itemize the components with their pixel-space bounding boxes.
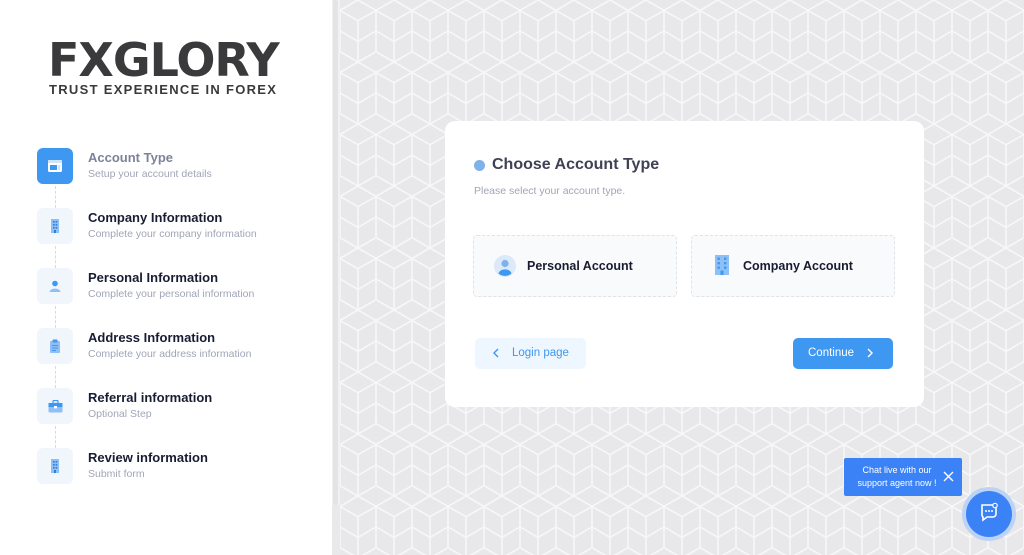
- option-label: Company Account: [743, 259, 853, 273]
- step-connector: [55, 186, 56, 208]
- user-avatar-icon: [494, 255, 516, 282]
- step-description: Complete your personal information: [88, 288, 255, 300]
- chat-icon: [979, 502, 999, 527]
- login-page-label: Login page: [512, 347, 569, 359]
- chevron-left-icon: [492, 348, 500, 361]
- chat-launcher-button[interactable]: [966, 491, 1012, 537]
- company-account-option[interactable]: Company Account: [691, 235, 895, 297]
- continue-label: Continue: [808, 347, 855, 359]
- step-company-information[interactable]: Company Information Complete your compan…: [37, 208, 327, 248]
- heading-bullet: [474, 160, 485, 171]
- step-title: Referral information: [88, 390, 213, 405]
- step-connector: [55, 246, 56, 268]
- sidebar-scrollbar[interactable]: [332, 0, 340, 505]
- logo-text: FXGLORY: [48, 33, 280, 87]
- step-address-information[interactable]: Address Information Complete your addres…: [37, 328, 327, 368]
- option-label: Personal Account: [527, 259, 633, 273]
- step-title: Address Information: [88, 330, 216, 345]
- account-type-card: Choose Account Type Please select your a…: [445, 121, 924, 407]
- building-icon: [37, 208, 73, 244]
- step-description: Setup your account details: [88, 168, 212, 180]
- step-description: Complete your company information: [88, 228, 257, 240]
- step-review-information[interactable]: Review information Submit form: [37, 448, 327, 488]
- step-personal-information[interactable]: Personal Information Complete your perso…: [37, 268, 327, 308]
- personal-account-option[interactable]: Personal Account: [473, 235, 677, 297]
- step-connector: [55, 306, 56, 328]
- sidebar: FXGLORY TRUST EXPERIENCE IN FOREX Accoun…: [0, 0, 332, 555]
- step-title: Personal Information: [88, 270, 219, 285]
- form-subheading: Please select your account type.: [474, 185, 626, 197]
- step-connector: [55, 366, 56, 388]
- continue-button[interactable]: Continue: [793, 338, 893, 369]
- layout-icon: [37, 148, 73, 184]
- step-connector: [55, 426, 56, 448]
- chat-tooltip-text: Chat live with our support agent now !: [857, 465, 937, 488]
- user-icon: [37, 268, 73, 304]
- step-account-type[interactable]: Account Type Setup your account details: [37, 148, 327, 188]
- step-description: Optional Step: [88, 408, 152, 420]
- form-heading: Choose Account Type: [492, 156, 660, 173]
- logo-tagline: TRUST EXPERIENCE IN FOREX: [49, 82, 278, 97]
- step-referral-information[interactable]: Referral information Optional Step: [37, 388, 327, 428]
- step-title: Review information: [88, 450, 208, 465]
- close-icon[interactable]: [943, 471, 954, 486]
- step-description: Complete your address information: [88, 348, 252, 360]
- clipboard-icon: [37, 328, 73, 364]
- chevron-right-icon: [866, 348, 874, 361]
- login-page-button[interactable]: Login page: [475, 338, 586, 369]
- logo: FXGLORY TRUST EXPERIENCE IN FOREX: [48, 36, 280, 98]
- scrollbar-thumb[interactable]: [333, 0, 338, 505]
- briefcase-icon: [37, 388, 73, 424]
- step-description: Submit form: [88, 468, 145, 480]
- building-icon: [37, 448, 73, 484]
- step-title: Company Information: [88, 210, 223, 225]
- chat-tooltip[interactable]: Chat live with our support agent now !: [844, 458, 962, 496]
- building-icon: [714, 254, 730, 281]
- step-title: Account Type: [88, 150, 173, 165]
